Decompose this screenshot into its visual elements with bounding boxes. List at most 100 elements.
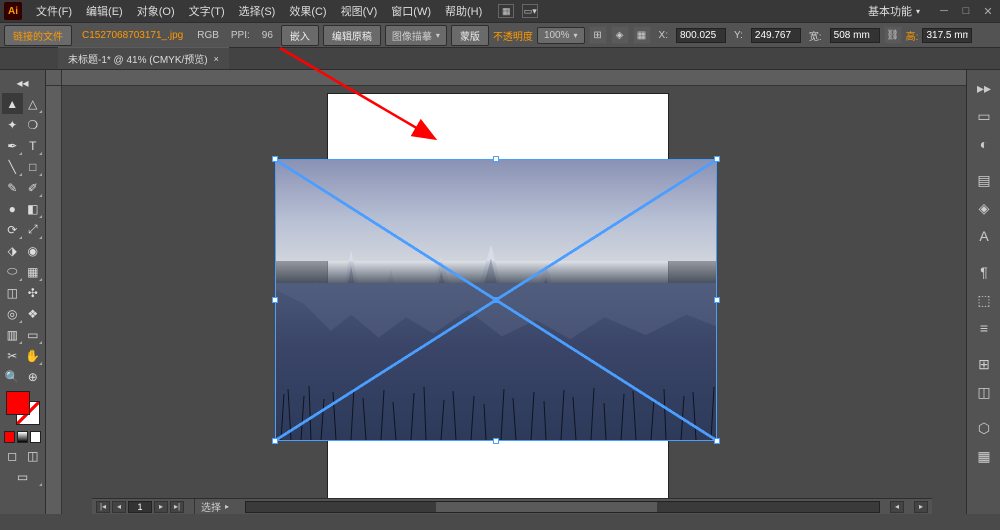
handle-bottom-mid[interactable] [493,438,499,444]
panel-expand-icon[interactable]: ▸▸ [967,74,1000,102]
layers-panel-icon[interactable]: ⬡ [967,414,1000,442]
stroke-panel-icon[interactable]: ¶ [967,258,1000,286]
symbol-sprayer-tool[interactable]: ▥ [2,324,23,345]
column-graph-tool[interactable]: ▭ [23,324,44,345]
swatches-panel-icon[interactable]: ▤ [967,166,1000,194]
artboard-first[interactable]: |◂ [96,501,110,513]
handle-bottom-left[interactable] [272,438,278,444]
color-mode-fill[interactable] [4,431,15,443]
edit-original-button[interactable]: 编辑原稿 [323,25,381,46]
appearance-panel-icon[interactable]: ⊞ [967,350,1000,378]
eyedropper-tool[interactable]: ◎ [2,303,23,324]
horizontal-scrollbar[interactable] [245,501,880,513]
lasso-tool[interactable]: ❍ [23,114,44,135]
anchor-icon[interactable]: ▦ [633,26,651,44]
embed-button[interactable]: 嵌入 [281,25,319,46]
pencil-tool[interactable]: ✐ [23,177,44,198]
window-close[interactable]: ✕ [980,4,996,18]
draw-behind[interactable]: ◫ [23,445,44,466]
artboard-current[interactable] [128,501,152,513]
pen-tool[interactable]: ✒ [2,135,23,156]
scroll-right[interactable]: ▸ [914,501,928,513]
menu-window[interactable]: 窗口(W) [385,1,437,21]
brushes-panel-icon[interactable]: ◈ [967,194,1000,222]
h-input[interactable] [922,28,972,43]
zoom-tool[interactable]: ⊕ [23,366,44,387]
menu-select[interactable]: 选择(S) [233,1,282,21]
tab-close-icon[interactable]: × [214,54,219,64]
menu-edit[interactable]: 编辑(E) [80,1,129,21]
bridge-icon[interactable]: ▦ [498,4,514,18]
canvas[interactable]: |◂ ◂ ▸ ▸| 选择 ▸ ◂ ▸ [46,70,966,514]
menu-file[interactable]: 文件(F) [30,1,78,21]
handle-mid-left[interactable] [272,297,278,303]
gradient-tool[interactable]: ✣ [23,282,44,303]
workspace-switcher[interactable]: 基本功能 ▾ [868,3,920,19]
handle-top-right[interactable] [714,156,720,162]
placed-image[interactable] [276,160,716,440]
menu-help[interactable]: 帮助(H) [439,1,488,21]
free-transform-tool[interactable]: ◉ [23,240,44,261]
type-tool[interactable]: T [23,135,44,156]
handle-top-left[interactable] [272,156,278,162]
align-icon[interactable]: ⊞ [589,26,607,44]
mesh-tool[interactable]: ◫ [2,282,23,303]
fill-color[interactable] [6,391,30,415]
color-mode-none[interactable] [30,431,41,443]
color-mode-gradient[interactable] [17,431,28,443]
handle-center[interactable] [493,297,499,303]
artboards-panel-icon[interactable]: ▦ [967,442,1000,470]
rectangle-tool[interactable]: □ [23,156,44,177]
ruler-vertical[interactable] [46,86,62,514]
transparency-panel-icon[interactable]: ≡ [967,314,1000,342]
scale-tool[interactable]: ⤢ [23,219,44,240]
w-input[interactable] [830,28,880,43]
menu-view[interactable]: 视图(V) [335,1,384,21]
menu-effect[interactable]: 效果(C) [283,1,332,21]
hand-tool[interactable]: 🔍 [2,366,23,387]
window-minimize[interactable]: ─ [936,4,952,18]
scroll-left[interactable]: ◂ [890,501,904,513]
mask-button[interactable]: 蒙版 [451,25,489,46]
symbols-panel-icon[interactable]: A [967,222,1000,250]
handle-mid-right[interactable] [714,297,720,303]
color-guide-panel-icon[interactable]: ◐ [967,130,1000,158]
draw-normal[interactable]: ◻ [2,445,23,466]
shape-builder-tool[interactable]: ⬭ [2,261,23,282]
handle-bottom-right[interactable] [714,438,720,444]
eraser-tool[interactable]: ◧ [23,198,44,219]
artboard-last[interactable]: ▸| [170,501,184,513]
magic-wand-tool[interactable]: ✦ [2,114,23,135]
ruler-origin[interactable] [46,70,62,86]
arrange-icon[interactable]: ▭▾ [522,4,538,18]
color-swatch[interactable] [6,391,40,425]
gradient-panel-icon[interactable]: ⬚ [967,286,1000,314]
selection-tool[interactable]: ▲ [2,93,23,114]
rotate-tool[interactable]: ⟳ [2,219,23,240]
screen-mode[interactable]: ▭ [2,466,43,487]
image-trace-dropdown[interactable]: 图像描摹▾ [385,25,447,46]
tools-collapse[interactable]: ◂◂ [2,72,43,93]
graphic-styles-panel-icon[interactable]: ◫ [967,378,1000,406]
scrollbar-thumb[interactable] [436,502,658,512]
transform-icon[interactable]: ◈ [611,26,629,44]
x-input[interactable] [676,28,726,43]
direct-selection-tool[interactable]: △ [23,93,44,114]
blend-tool[interactable]: ❖ [23,303,44,324]
handle-top-mid[interactable] [493,156,499,162]
width-tool[interactable]: ⬗ [2,240,23,261]
blob-brush-tool[interactable]: ● [2,198,23,219]
y-input[interactable] [751,28,801,43]
window-maximize[interactable]: □ [958,4,974,18]
artboard-tool[interactable]: ✂ [2,345,23,366]
line-tool[interactable]: ╲ [2,156,23,177]
artboard-prev[interactable]: ◂ [112,501,126,513]
opacity-dropdown[interactable]: 100%▾ [537,27,585,44]
linked-file-button[interactable]: 链接的文件 [4,25,72,46]
perspective-tool[interactable]: ▦ [23,261,44,282]
ruler-horizontal[interactable] [62,70,966,86]
color-panel-icon[interactable]: ▭ [967,102,1000,130]
slice-tool[interactable]: ✋ [23,345,44,366]
document-tab[interactable]: 未标题-1* @ 41% (CMYK/预览) × [58,47,229,69]
paintbrush-tool[interactable]: ✎ [2,177,23,198]
